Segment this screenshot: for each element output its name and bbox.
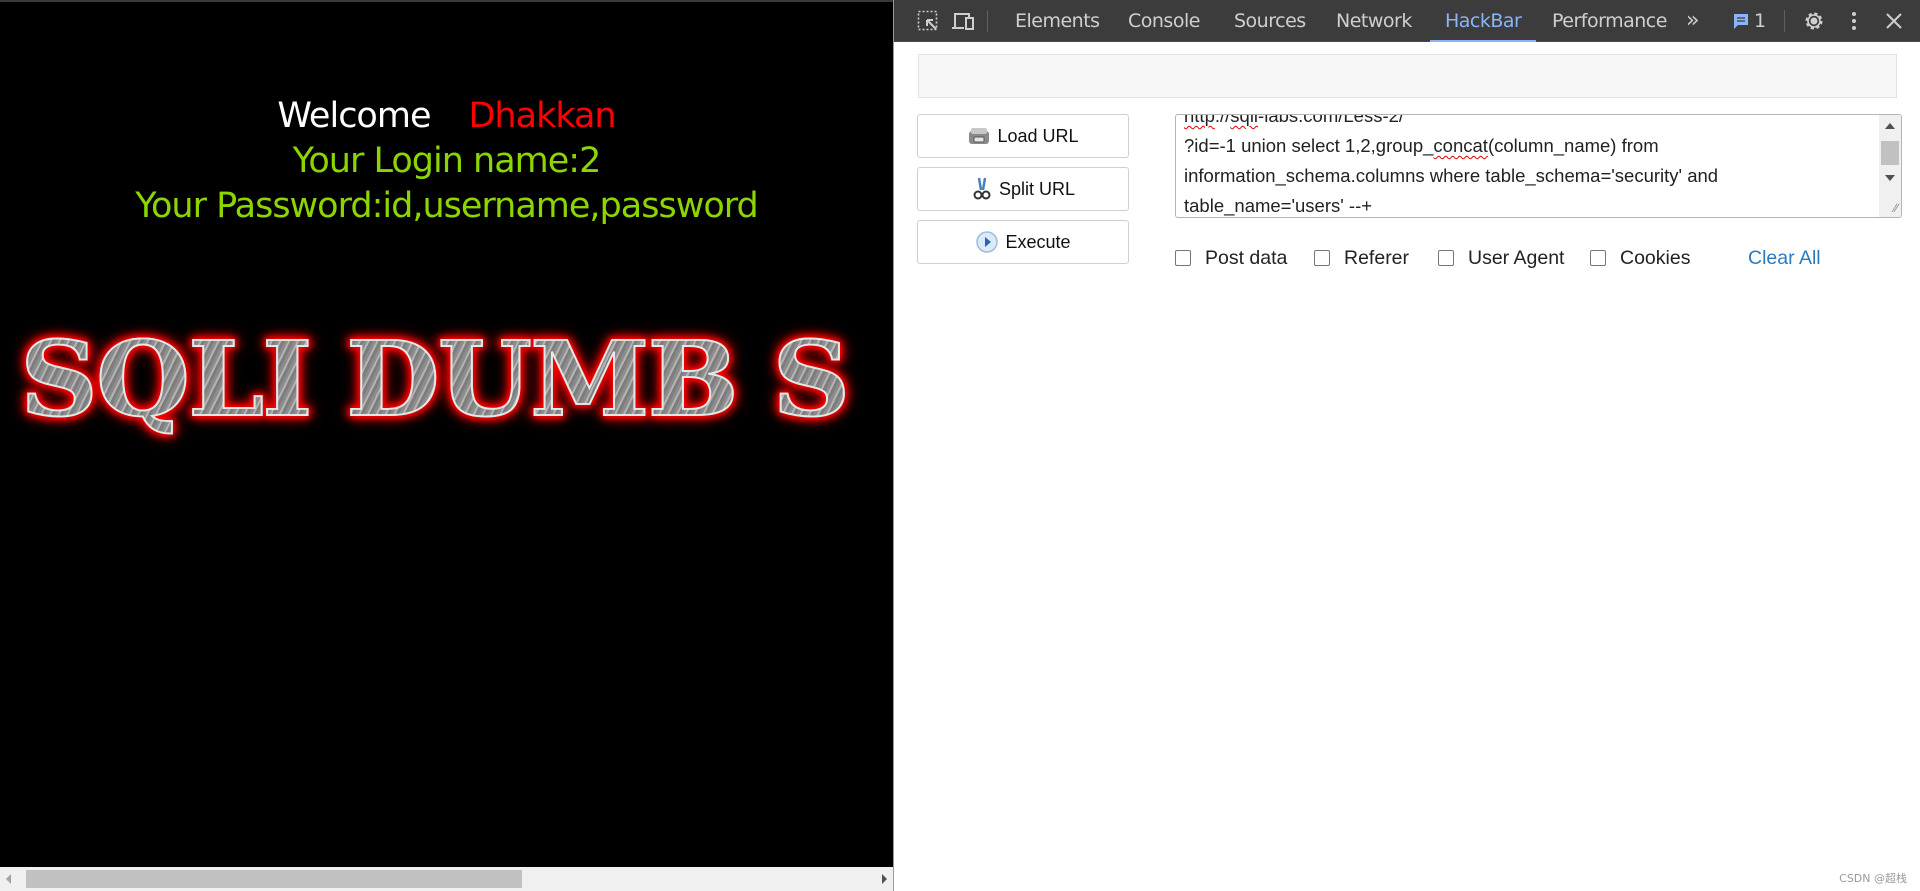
- toolbar-separator: [987, 10, 988, 32]
- watermark: CSDN @超栈: [1839, 872, 1907, 885]
- welcome-label: Welcome: [277, 96, 431, 136]
- tab-hackbar[interactable]: HackBar: [1429, 0, 1537, 42]
- web-page-viewport: Welcome Dhakkan Your Login name:2 Your Pa…: [0, 0, 893, 891]
- post-data-checkbox[interactable]: Post data: [1175, 246, 1287, 270]
- checkbox-box[interactable]: [1314, 250, 1330, 266]
- sqli-dumb-banner: SQLI DUMB S: [19, 320, 851, 440]
- checkbox-box[interactable]: [1175, 250, 1191, 266]
- toolbar-separator: [1784, 10, 1785, 32]
- tab-console[interactable]: Console: [1128, 0, 1200, 42]
- tab-sources[interactable]: Sources: [1234, 0, 1306, 42]
- url-textarea-content[interactable]: http://sqli-labs.com/Less-2/ ?id=-1 unio…: [1184, 114, 1874, 217]
- url-text-part: -labs.com/Less-2/: [1258, 114, 1405, 126]
- scroll-right-arrow-icon[interactable]: [882, 874, 887, 884]
- textarea-scrollbar-thumb[interactable]: [1881, 141, 1899, 165]
- option-label: Post data: [1205, 246, 1288, 269]
- device-toolbar-icon[interactable]: [951, 9, 975, 33]
- option-label: User Agent: [1468, 246, 1565, 269]
- clear-all-link[interactable]: Clear All: [1748, 246, 1821, 270]
- referer-checkbox[interactable]: Referer: [1314, 246, 1409, 270]
- login-name-line: Your Login name:2: [292, 141, 602, 181]
- more-options-icon[interactable]: [1842, 9, 1866, 33]
- scroll-up-arrow-icon[interactable]: [1885, 123, 1895, 129]
- inspect-element-icon[interactable]: [916, 9, 940, 33]
- load-url-button[interactable]: Load URL: [917, 114, 1129, 158]
- checkbox-box[interactable]: [1438, 250, 1454, 266]
- page-top-border: [0, 0, 893, 2]
- execute-button[interactable]: Execute: [917, 220, 1129, 264]
- split-url-label: Split URL: [998, 178, 1076, 199]
- checkbox-box[interactable]: [1590, 250, 1606, 266]
- option-label: Referer: [1344, 246, 1410, 269]
- welcome-line: Welcome Dhakkan: [0, 94, 893, 138]
- horizontal-scrollbar[interactable]: [0, 867, 893, 891]
- split-url-button[interactable]: Split URL: [917, 167, 1129, 211]
- tab-elements[interactable]: Elements: [1015, 0, 1100, 42]
- url-text-part: ://: [1214, 114, 1231, 126]
- close-icon[interactable]: [1882, 9, 1906, 33]
- url-text-part: sqli: [1230, 114, 1259, 126]
- execute-play-icon: [976, 231, 999, 253]
- tab-network[interactable]: Network: [1336, 0, 1412, 42]
- url-text-part: information_schema.columns where table_s…: [1184, 165, 1719, 186]
- settings-gear-icon[interactable]: [1802, 9, 1826, 33]
- execute-label: Execute: [1005, 231, 1071, 252]
- hackbar-top-bar: [918, 54, 1897, 98]
- welcome-name: Dhakkan: [468, 96, 616, 136]
- load-url-icon: [969, 128, 990, 144]
- issues-count[interactable]: 1: [1754, 0, 1766, 42]
- cookies-checkbox[interactable]: Cookies: [1590, 246, 1690, 270]
- option-label: Cookies: [1620, 246, 1691, 269]
- url-text-part: (column_name) from: [1487, 135, 1659, 156]
- devtools-toolbar: Elements Console Sources Network HackBar…: [894, 0, 1920, 42]
- devtools-panel: Elements Console Sources Network HackBar…: [893, 0, 1920, 891]
- tab-performance[interactable]: Performance: [1552, 0, 1667, 42]
- url-text-part: http: [1184, 114, 1215, 126]
- scrollbar-thumb[interactable]: [26, 870, 522, 888]
- load-url-label: Load URL: [997, 125, 1079, 146]
- url-text-part: concat: [1433, 135, 1488, 156]
- resize-grip-icon[interactable]: ∕∕: [1894, 201, 1898, 215]
- url-text-part: ?id=-1 union select 1,2,group_: [1184, 135, 1434, 156]
- more-tabs-button[interactable]: »: [1686, 0, 1699, 42]
- scissors-icon: [973, 177, 991, 200]
- password-line: Your Password:id,username,password: [135, 186, 758, 226]
- user-agent-checkbox[interactable]: User Agent: [1438, 246, 1564, 270]
- scroll-left-arrow-icon[interactable]: [6, 874, 11, 884]
- url-text-part: table_name='users' --+: [1184, 195, 1373, 216]
- issues-icon[interactable]: [1732, 12, 1756, 36]
- url-textarea[interactable]: http://sqli-labs.com/Less-2/ ?id=-1 unio…: [1175, 114, 1902, 218]
- scroll-down-arrow-icon[interactable]: [1885, 175, 1895, 181]
